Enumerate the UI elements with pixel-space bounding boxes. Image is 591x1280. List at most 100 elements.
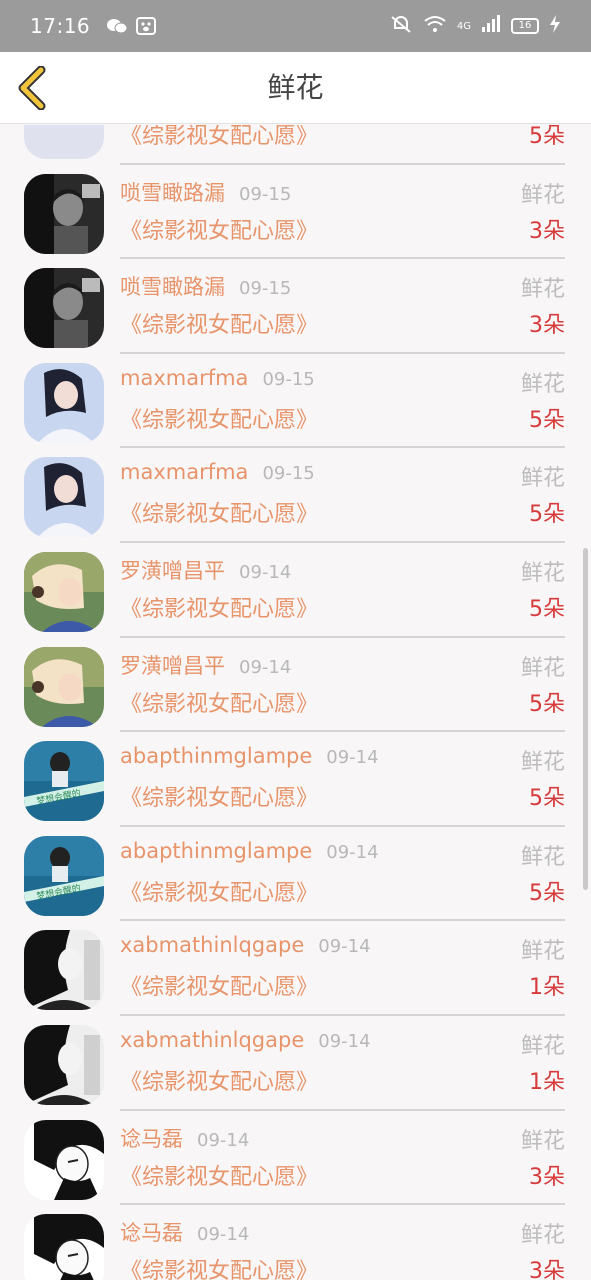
book-title[interactable]: 《综影视女配心愿》 [120, 780, 318, 812]
signal-icon [481, 15, 501, 37]
avatar[interactable] [24, 1214, 104, 1280]
gift-type: 鲜花 [520, 182, 565, 208]
status-bar: 17:16 4G 16 [0, 0, 591, 52]
charging-icon [549, 15, 561, 37]
list-item[interactable]: 梦想会醒的 abapthinmglampe 09-14 鲜花《综影视女配心愿》 5朵 [0, 827, 591, 922]
list-item[interactable]: 谂马磊 09-14 鲜花 《综影视女配心愿》 3朵 [0, 1205, 591, 1280]
user-name: abapthinmglampe 09-14 [120, 839, 379, 863]
gift-date: 09-15 [262, 463, 315, 485]
avatar[interactable] [24, 1024, 104, 1105]
flower-count: 5朵 [529, 502, 565, 528]
user-name: 唢雪瞰路漏 09-15 [120, 271, 291, 301]
avatar[interactable] [24, 1119, 104, 1200]
list-item[interactable]: 罗潢噌昌平 09-14 鲜花《综影视女配心愿》 5朵 [0, 638, 591, 733]
avatar[interactable] [24, 646, 104, 727]
wifi-icon [423, 15, 447, 37]
book-title[interactable]: 《综影视女配心愿》 [120, 686, 318, 718]
status-right: 4G 16 [389, 14, 561, 38]
book-title[interactable]: 《综影视女配心愿》 [120, 307, 318, 339]
user-name-text: xabmathinlqgape [120, 1027, 305, 1052]
list-item[interactable]: 梦想会醒的 abapthinmglampe 09-14 鲜花《综影视女配心愿》 5朵 [0, 732, 591, 827]
user-name: 罗潢噌昌平 09-14 [120, 650, 291, 680]
list-item[interactable]: 罗潢噌昌平 09-14 鲜花 《综影视女配心愿》 5朵 [0, 543, 591, 638]
book-title[interactable]: 《综影视女配心愿》 [120, 591, 318, 623]
user-name: 唢雪瞰路漏 09-15 [120, 177, 291, 207]
user-name: xabmathinlqgape 09-14 [120, 933, 371, 957]
user-name-text: xabmathinlqgape [120, 933, 305, 958]
avatar[interactable] [24, 268, 104, 349]
gift-type: 鲜花 [520, 939, 565, 965]
list-item[interactable]: 《综影视女配心愿》 5朵 [0, 125, 591, 165]
user-name: abapthinmglampe 09-14 [120, 744, 379, 768]
user-name-text: 谂马磊 [120, 1126, 183, 1151]
book-title[interactable]: 《综影视女配心愿》 [120, 1064, 318, 1096]
list-item[interactable]: xabmathinlqgape 09-14 鲜花《综影视女配心愿》 1朵 [0, 1016, 591, 1111]
battery-icon: 16 [511, 18, 539, 34]
gift-type: 鲜花 [520, 750, 565, 776]
book-title[interactable]: 《综影视女配心愿》 [120, 125, 318, 150]
gift-date: 09-15 [239, 278, 292, 300]
book-title[interactable]: 《综影视女配心愿》 [120, 969, 318, 1001]
user-name-text: 唢雪瞰路漏 [120, 180, 225, 205]
avatar[interactable] [24, 551, 104, 632]
book-title[interactable]: 《综影视女配心愿》 [120, 875, 318, 907]
user-name-text: 罗潢噌昌平 [120, 653, 225, 678]
wechat-icon [106, 17, 128, 35]
flower-count: 5朵 [529, 880, 565, 906]
scrollbar[interactable] [583, 548, 588, 890]
gift-date: 09-15 [239, 183, 292, 205]
list-item[interactable]: 唢雪瞰路漏 09-15 鲜花 《综影视女配心愿》 3朵 [0, 259, 591, 354]
gift-date: 09-14 [197, 1129, 250, 1151]
list-item[interactable]: maxmarfma 09-15 鲜花 《综影视女配心愿》 5朵 [0, 354, 591, 449]
list-item[interactable]: maxmarfma 09-15 鲜花《综影视女配心愿》 5朵 [0, 448, 591, 543]
list-item[interactable]: 谂马磊 09-14 鲜花《综影视女配心愿》 3朵 [0, 1111, 591, 1206]
user-name: 谂马磊 09-14 [120, 1217, 249, 1247]
avatar[interactable] [24, 125, 104, 159]
flower-count: 5朵 [529, 786, 565, 812]
header: 鲜花 [0, 52, 591, 124]
book-title[interactable]: 《综影视女配心愿》 [120, 1159, 318, 1191]
gift-date: 09-14 [318, 936, 371, 958]
flower-count: 1朵 [529, 975, 565, 1001]
gift-type: 鲜花 [520, 1223, 565, 1249]
book-title[interactable]: 《综影视女配心愿》 [120, 1253, 318, 1280]
gift-date: 09-14 [318, 1030, 371, 1052]
status-time: 17:16 [30, 14, 91, 38]
user-name: maxmarfma 09-15 [120, 366, 315, 390]
gift-date: 09-14 [326, 747, 379, 769]
user-name: 罗潢噌昌平 09-14 [120, 555, 291, 585]
user-name-text: 罗潢噌昌平 [120, 558, 225, 583]
user-name: 谂马磊 09-14 [120, 1123, 249, 1153]
book-title[interactable]: 《综影视女配心愿》 [120, 496, 318, 528]
user-name: xabmathinlqgape 09-14 [120, 1028, 371, 1052]
flower-count: 3朵 [529, 1164, 565, 1190]
avatar[interactable] [24, 362, 104, 443]
gift-type: 鲜花 [520, 1033, 565, 1059]
gift-type: 鲜花 [520, 655, 565, 681]
flower-count: 5朵 [529, 691, 565, 717]
flower-count: 5朵 [529, 407, 565, 433]
user-name-text: 唢雪瞰路漏 [120, 275, 225, 300]
avatar[interactable] [24, 930, 104, 1011]
avatar[interactable]: 梦想会醒的 [24, 741, 104, 822]
page-title: 鲜花 [267, 71, 324, 104]
avatar[interactable]: 梦想会醒的 [24, 835, 104, 916]
list-item[interactable]: xabmathinlqgape 09-14 鲜花《综影视女配心愿》 1朵 [0, 921, 591, 1016]
flower-count: 5朵 [529, 125, 565, 149]
book-title[interactable]: 《综影视女配心愿》 [120, 213, 318, 245]
gift-type: 鲜花 [520, 560, 565, 586]
flower-record-list[interactable]: 《综影视女配心愿》 5朵 唢雪瞰路漏 09-15 鲜花 《综影视女配心愿》 3朵 唢雪瞰路漏 0… [0, 125, 591, 1280]
network-type: 4G [456, 20, 471, 32]
list-item[interactable]: 唢雪瞰路漏 09-15 鲜花《综影视女配心愿》 3朵 [0, 165, 591, 260]
flower-count: 3朵 [529, 218, 565, 244]
baidu-paw-icon [136, 17, 157, 35]
gift-type: 鲜花 [520, 466, 565, 492]
user-name: maxmarfma 09-15 [120, 460, 315, 484]
avatar[interactable] [24, 173, 104, 254]
book-title[interactable]: 《综影视女配心愿》 [120, 402, 318, 434]
avatar[interactable] [24, 457, 104, 538]
flower-count: 1朵 [529, 1069, 565, 1095]
gift-type: 鲜花 [520, 1128, 565, 1154]
user-name-text: abapthinmglampe [120, 744, 313, 769]
gift-type: 鲜花 [520, 844, 565, 870]
